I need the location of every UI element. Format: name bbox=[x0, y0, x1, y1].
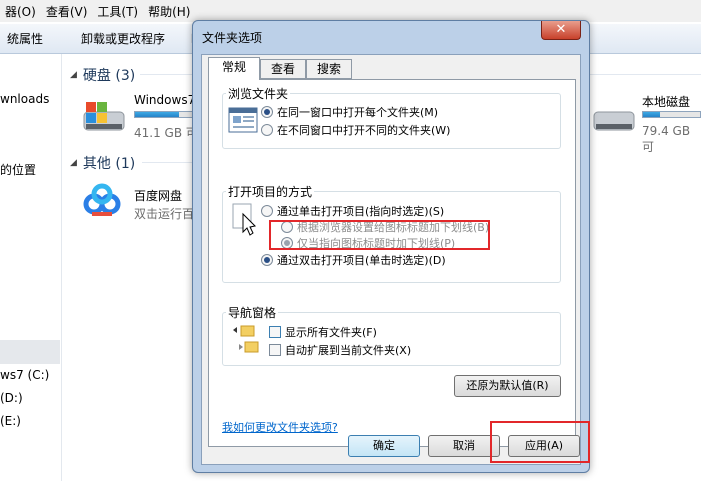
radio-button-icon bbox=[261, 254, 273, 266]
close-icon[interactable]: ✕ bbox=[541, 21, 581, 40]
dialog-body: 常规 查看 搜索 浏览文件夹 在同一窗口中打开每个文件夹(M) 在不同窗口中打开… bbox=[201, 54, 581, 465]
group-hard-disks[interactable]: ◢ 硬盘 (3) bbox=[70, 65, 135, 85]
tab-panel-general: 浏览文件夹 在同一窗口中打开每个文件夹(M) 在不同窗口中打开不同的文件夹(W) bbox=[208, 79, 576, 447]
ok-button[interactable]: 确定 bbox=[348, 435, 420, 457]
cursor-click-icon bbox=[232, 203, 257, 236]
nav-selection-highlight bbox=[0, 340, 60, 364]
radio-different-window[interactable]: 在不同窗口中打开不同的文件夹(W) bbox=[261, 122, 450, 138]
menu-help[interactable]: 帮助(H) bbox=[143, 3, 195, 20]
app-name-baidu-netdisk[interactable]: 百度网盘 bbox=[134, 187, 182, 204]
checkbox-auto-expand[interactable]: 自动扩展到当前文件夹(X) bbox=[269, 342, 411, 358]
checkbox-icon bbox=[269, 344, 281, 356]
browse-window-icon bbox=[228, 107, 258, 133]
baidu-netdisk-icon bbox=[83, 183, 121, 216]
drive-usage-bar bbox=[134, 111, 194, 118]
drive-name-local-disk[interactable]: 本地磁盘 bbox=[642, 93, 690, 110]
group-divider bbox=[142, 162, 195, 163]
uninstall-program-button[interactable]: 卸载或更改程序 bbox=[74, 30, 172, 47]
drive-free-space: 41.1 GB 可 bbox=[134, 126, 198, 140]
group-hard-disks-label: 硬盘 (3) bbox=[82, 68, 136, 84]
nav-item-drive-d[interactable]: (D:) bbox=[0, 391, 23, 405]
navigation-pane: wnloads 的位置 ws7 (C:) (D:) (E:) bbox=[0, 54, 62, 481]
drive-free-space: 79.4 GB 可 bbox=[642, 124, 691, 154]
radio-double-click-label: 通过双击打开项目(单击时选定)(D) bbox=[277, 254, 446, 267]
checkbox-auto-expand-label: 自动扩展到当前文件夹(X) bbox=[285, 344, 412, 357]
checkbox-icon bbox=[269, 326, 281, 338]
radio-single-click[interactable]: 通过单击打开项目(指向时选定)(S) bbox=[261, 203, 444, 219]
folder-tree-icon bbox=[233, 325, 259, 353]
dialog-title: 文件夹选项 bbox=[202, 31, 263, 45]
help-link[interactable]: 我如何更改文件夹选项? bbox=[222, 419, 338, 435]
drive-usage-fill bbox=[135, 112, 179, 117]
tab-search[interactable]: 搜索 bbox=[306, 59, 352, 79]
radio-single-click-label: 通过单击打开项目(指向时选定)(S) bbox=[277, 205, 445, 218]
browse-folders-group: 浏览文件夹 在同一窗口中打开每个文件夹(M) 在不同窗口中打开不同的文件夹(W) bbox=[222, 85, 561, 149]
radio-double-click[interactable]: 通过双击打开项目(单击时选定)(D) bbox=[261, 252, 446, 268]
browse-folders-legend: 浏览文件夹 bbox=[226, 85, 291, 102]
nav-item-recent-places[interactable]: 的位置 bbox=[0, 161, 36, 178]
nav-item-drive-e[interactable]: (E:) bbox=[0, 414, 21, 428]
open-items-legend: 打开项目的方式 bbox=[226, 183, 315, 200]
tab-general[interactable]: 常规 bbox=[208, 57, 260, 80]
drive-name-windows7[interactable]: Windows7 bbox=[134, 93, 195, 107]
collapse-arrow-icon: ◢ bbox=[70, 158, 77, 168]
app-description: 双击运行百 bbox=[134, 207, 195, 221]
restore-defaults-button[interactable]: 还原为默认值(R) bbox=[454, 375, 561, 397]
hard-drive-icon bbox=[83, 102, 125, 131]
nav-item-downloads[interactable]: wnloads bbox=[0, 92, 49, 106]
menu-bar: 器(O) 查看(V) 工具(T) 帮助(H) bbox=[0, 0, 701, 22]
radio-button-icon bbox=[261, 106, 273, 118]
radio-same-window-label: 在同一窗口中打开每个文件夹(M) bbox=[277, 106, 439, 119]
tab-view[interactable]: 查看 bbox=[260, 59, 306, 79]
hard-drive-icon bbox=[593, 111, 635, 131]
nav-item-drive-c[interactable]: ws7 (C:) bbox=[0, 368, 49, 382]
radio-same-window[interactable]: 在同一窗口中打开每个文件夹(M) bbox=[261, 104, 438, 120]
highlight-box-double-click bbox=[269, 220, 490, 250]
system-properties-button[interactable]: 统属性 bbox=[0, 30, 50, 47]
group-divider bbox=[140, 74, 195, 75]
collapse-arrow-icon: ◢ bbox=[70, 70, 77, 80]
group-other-label: 其他 (1) bbox=[82, 156, 136, 172]
navigation-pane-group: 导航窗格 显示所有文件夹(F) 自动扩展到当前文件夹(X) bbox=[222, 304, 561, 366]
menu-tools-partial[interactable]: 器(O) bbox=[0, 3, 41, 20]
checkbox-show-all-folders-label: 显示所有文件夹(F) bbox=[285, 326, 377, 339]
checkbox-show-all-folders[interactable]: 显示所有文件夹(F) bbox=[269, 324, 377, 340]
radio-button-icon bbox=[261, 205, 273, 217]
group-divider bbox=[590, 74, 701, 75]
navigation-pane-legend: 导航窗格 bbox=[226, 304, 279, 321]
group-other[interactable]: ◢ 其他 (1) bbox=[70, 153, 135, 173]
radio-button-icon bbox=[261, 124, 273, 136]
menu-tools[interactable]: 工具(T) bbox=[92, 3, 143, 20]
drive-usage-bar bbox=[642, 111, 701, 118]
highlight-box-apply bbox=[490, 421, 590, 463]
radio-different-window-label: 在不同窗口中打开不同的文件夹(W) bbox=[277, 124, 451, 137]
drive-usage-fill bbox=[643, 112, 661, 117]
menu-view[interactable]: 查看(V) bbox=[41, 3, 93, 20]
